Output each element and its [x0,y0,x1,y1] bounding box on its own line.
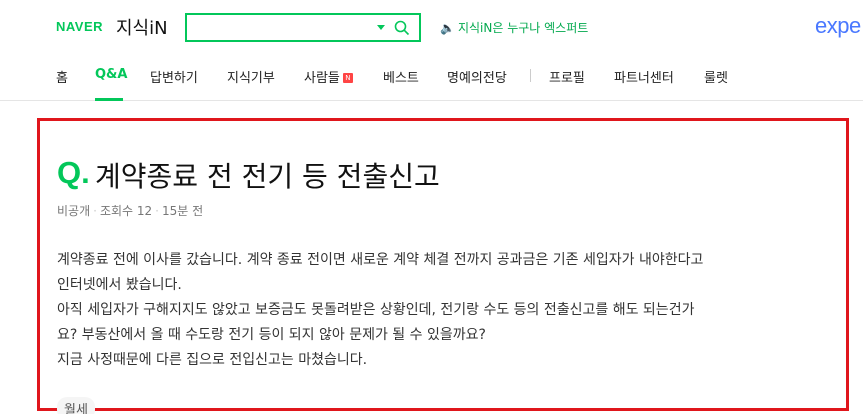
author: 비공개 [57,204,91,218]
jisikin-logo[interactable]: 지식iN [116,14,168,40]
tab-partner-center[interactable]: 파트너센터 [614,67,674,86]
question-meta: 비공개 · 조회수 12 · 15분 전 [57,202,203,219]
tab-home[interactable]: 홈 [56,67,68,86]
speaker-icon: 🔈 [440,21,455,35]
body-line: 요? 부동산에서 올 때 수도랑 전기 등이 되지 않아 문제가 될 수 있을까… [57,327,486,343]
body-line: 지금 사정때문에 다른 집으로 전입신고는 마쳤습니다. [57,352,368,368]
body-line: 아직 세입자가 구해지지도 않았고 보증금도 못돌려받은 상황인데, 전기랑 수… [57,302,695,318]
tab-best[interactable]: 베스트 [383,67,419,86]
main-nav: 홈 Q&A 답변하기 지식기부 사람들 N 베스트 명예의전당 프로필 파트너센터… [0,55,863,101]
tab-people-label: 사람들 [304,71,340,86]
meta-separator: · [155,204,159,218]
question-body: 계약종료 전에 이사를 갔습니다. 계약 종료 전이면 새로운 계약 체결 전까… [57,248,827,373]
body-line: 인터넷에서 봤습니다. [57,277,182,293]
tab-qna[interactable]: Q&A [95,67,127,82]
body-line: 계약종료 전에 이사를 갔습니다. 계약 종료 전이면 새로운 계약 체결 전까… [57,252,704,268]
promo-link[interactable]: 🔈 지식iN은 누구나 엑스퍼트 [440,19,588,36]
search-box[interactable] [185,13,421,42]
new-badge: N [342,73,353,83]
header: NAVER 지식iN 🔈 지식iN은 누구나 엑스퍼트 expe [0,0,863,55]
naver-logo[interactable]: NAVER [56,19,103,34]
chevron-down-icon[interactable] [377,25,385,30]
meta-separator: · [93,204,97,218]
search-icon[interactable] [394,20,410,36]
tab-donation[interactable]: 지식기부 [227,67,275,86]
tab-hall-of-fame[interactable]: 명예의전당 [447,67,507,86]
question-panel: Q. 계약종료 전 전기 등 전출신고 비공개 · 조회수 12 · 15분 전 계약종… [37,118,849,414]
promo-text: 지식iN은 누구나 엑스퍼트 [457,21,589,35]
search-input[interactable] [187,15,367,40]
post-time: 15분 전 [162,204,204,218]
active-tab-indicator [95,98,123,101]
view-count: 조회수 12 [99,204,153,218]
tag-chip[interactable]: 월세 [57,397,95,414]
tab-roulette[interactable]: 룰렛 [704,67,728,86]
tab-answer[interactable]: 답변하기 [150,67,198,86]
question-title: 계약종료 전 전기 등 전출신고 [95,160,440,193]
tab-profile[interactable]: 프로필 [549,67,585,86]
question-mark: Q. [57,155,90,190]
expert-logo[interactable]: expe [815,13,861,39]
tab-people[interactable]: 사람들 N [304,67,353,86]
nav-divider [530,69,531,82]
